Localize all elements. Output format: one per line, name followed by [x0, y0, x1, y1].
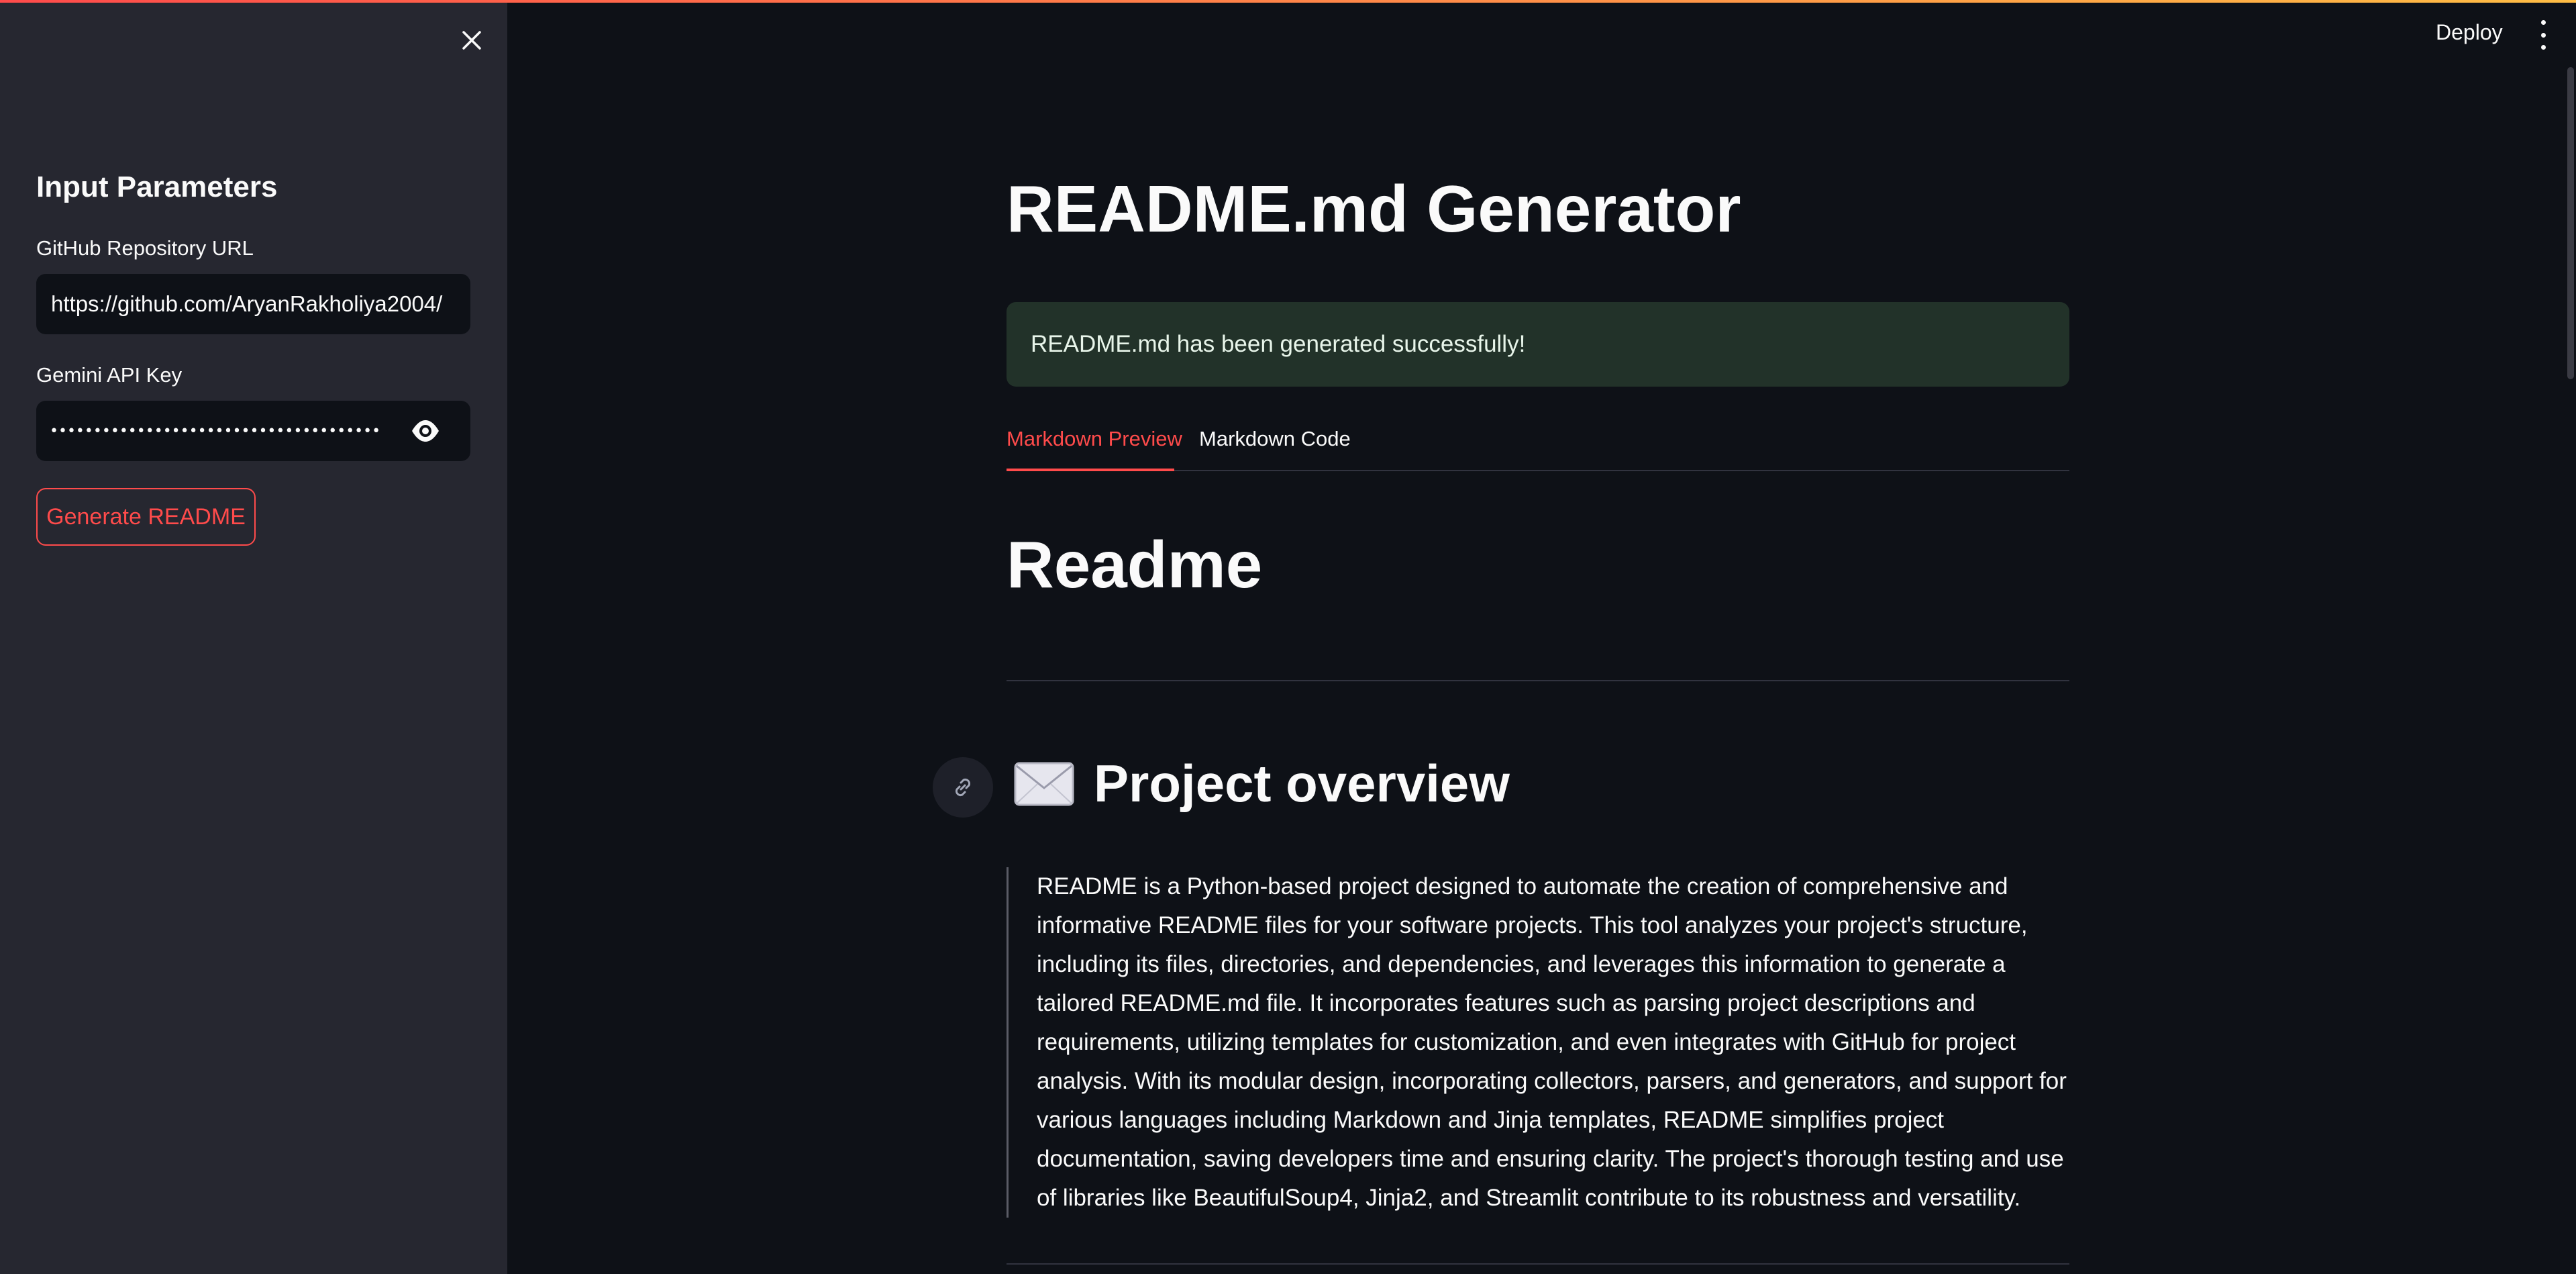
api-key-field-container: •••••••••••••••••••••••••••••••••••••• — [36, 401, 470, 461]
scrollbar[interactable] — [2567, 67, 2574, 379]
section-title: Project overview — [1094, 754, 1510, 813]
page-title: README.md Generator — [1007, 172, 1741, 246]
divider — [1007, 680, 2069, 681]
repo-url-field-container — [36, 274, 470, 334]
active-tab-indicator — [1007, 469, 1174, 471]
anchor-link-button[interactable] — [933, 757, 993, 818]
success-message: README.md has been generated successfull… — [1031, 331, 1526, 357]
success-alert: README.md has been generated successfull… — [1007, 302, 2069, 387]
repo-url-input[interactable] — [50, 291, 457, 317]
close-sidebar-button[interactable] — [454, 23, 489, 58]
main-menu-icon[interactable] — [2535, 20, 2551, 50]
tab-bar: Markdown Preview Markdown Code — [1007, 423, 2069, 473]
api-key-input[interactable]: •••••••••••••••••••••••••••••••••••••• — [50, 423, 378, 440]
divider — [1007, 1263, 2069, 1265]
deploy-button[interactable]: Deploy — [2436, 20, 2503, 45]
close-icon — [462, 31, 481, 50]
sidebar-title: Input Parameters — [36, 170, 278, 203]
envelope-icon — [1014, 762, 1074, 805]
tab-markdown-code[interactable]: Markdown Code — [1199, 427, 1351, 451]
repo-url-label: GitHub Repository URL — [36, 236, 254, 260]
readme-heading: Readme — [1007, 528, 1263, 601]
sidebar: Input Parameters GitHub Repository URL G… — [0, 3, 507, 1274]
overview-blockquote: README is a Python-based project designe… — [1007, 867, 2069, 1218]
link-icon — [955, 778, 971, 797]
overview-paragraph: README is a Python-based project designe… — [1037, 873, 2067, 1211]
generate-readme-button[interactable]: Generate README — [36, 488, 256, 546]
section-heading-project-overview: Project overview — [1013, 753, 1510, 814]
api-key-label: Gemini API Key — [36, 363, 183, 387]
tab-markdown-preview[interactable]: Markdown Preview — [1007, 427, 1182, 451]
show-password-icon[interactable] — [410, 418, 441, 444]
